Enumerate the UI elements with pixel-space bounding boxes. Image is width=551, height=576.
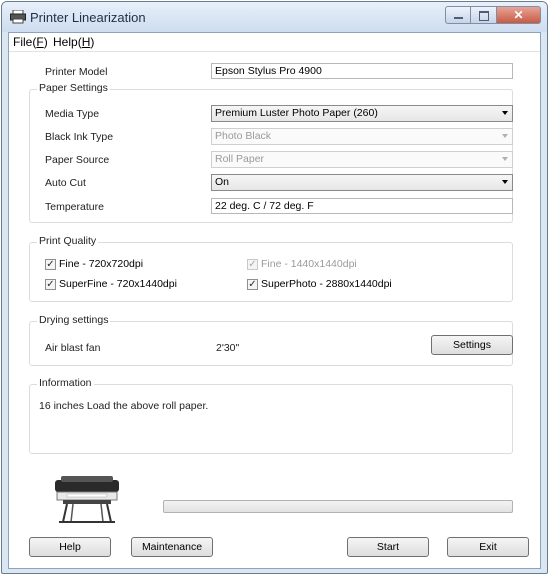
close-button[interactable]: ✕ xyxy=(497,6,541,24)
auto-cut-label: Auto Cut xyxy=(45,177,86,189)
paper-source-value: Roll Paper xyxy=(215,153,265,165)
paper-source-select: Roll Paper xyxy=(211,151,513,168)
chevron-down-icon xyxy=(502,157,508,161)
menu-bar: File(F) Help(H) xyxy=(9,33,540,52)
drying-settings-legend: Drying settings xyxy=(37,314,111,326)
superphoto-label: SuperPhoto - 2880x1440dpi xyxy=(261,278,392,290)
print-quality-legend: Print Quality xyxy=(37,235,99,247)
title-bar[interactable]: Printer Linearization ✕ xyxy=(2,2,547,32)
menu-file[interactable]: File(F) xyxy=(13,35,48,49)
media-type-select[interactable]: Premium Luster Photo Paper (260) xyxy=(211,105,513,122)
superfine-label: SuperFine - 720x1440dpi xyxy=(59,278,177,290)
black-ink-type-select: Photo Black xyxy=(211,128,513,145)
print-quality-group: Print Quality xyxy=(29,235,513,302)
window-title: Printer Linearization xyxy=(30,10,146,25)
fine-720-checkbox[interactable]: ✓ xyxy=(45,259,56,270)
information-text: 16 inches Load the above roll paper. xyxy=(39,400,209,412)
superfine-checkbox[interactable]: ✓ xyxy=(45,279,56,290)
menu-file-label: File xyxy=(13,35,33,49)
fine-720-label: Fine - 720x720dpi xyxy=(59,258,144,270)
printer-icon xyxy=(10,10,26,24)
chevron-down-icon xyxy=(502,111,508,115)
menu-file-accesskey: F xyxy=(36,35,44,49)
media-type-label: Media Type xyxy=(45,108,100,120)
paper-settings-legend: Paper Settings xyxy=(37,82,110,94)
air-blast-fan-value: 2'30" xyxy=(216,342,240,354)
black-ink-type-label: Black Ink Type xyxy=(45,131,114,143)
printer-model-field: Epson Stylus Pro 4900 xyxy=(211,63,513,79)
information-group: Information xyxy=(29,377,513,454)
progress-bar xyxy=(163,500,513,513)
fine-1440-label: Fine - 1440x1440dpi xyxy=(261,258,357,270)
drying-settings-button[interactable]: Settings xyxy=(431,335,513,355)
black-ink-type-value: Photo Black xyxy=(215,130,272,142)
maximize-button[interactable] xyxy=(471,6,497,24)
start-button[interactable]: Start xyxy=(347,537,429,557)
fine-1440-checkbox: ✓ xyxy=(247,259,258,270)
temperature-label: Temperature xyxy=(45,201,104,213)
air-blast-fan-label: Air blast fan xyxy=(45,342,101,354)
large-format-printer-icon xyxy=(55,476,119,523)
auto-cut-value: On xyxy=(215,176,230,188)
temperature-field: 22 deg. C / 72 deg. F xyxy=(211,198,513,214)
information-legend: Information xyxy=(37,377,94,389)
minimize-button[interactable] xyxy=(445,6,471,24)
auto-cut-select[interactable]: On xyxy=(211,174,513,191)
help-button[interactable]: Help xyxy=(29,537,111,557)
paper-source-label: Paper Source xyxy=(45,154,110,166)
client-area: File(F) Help(H) Printer Model Epson Styl… xyxy=(8,32,541,569)
superphoto-checkbox[interactable]: ✓ xyxy=(247,279,258,290)
app-window: Printer Linearization ✕ File(F) Help(H) … xyxy=(1,1,548,574)
close-icon: ✕ xyxy=(513,8,524,22)
media-type-value: Premium Luster Photo Paper (260) xyxy=(215,107,378,119)
menu-help-accesskey: H xyxy=(81,35,91,49)
printer-model-label: Printer Model xyxy=(45,66,108,78)
chevron-down-icon xyxy=(502,134,508,138)
exit-button[interactable]: Exit xyxy=(447,537,529,557)
window-controls: ✕ xyxy=(445,6,541,24)
maintenance-button[interactable]: Maintenance xyxy=(131,537,213,557)
menu-help-label: Help xyxy=(53,35,78,49)
menu-help[interactable]: Help(H) xyxy=(53,35,94,49)
chevron-down-icon xyxy=(502,180,508,184)
